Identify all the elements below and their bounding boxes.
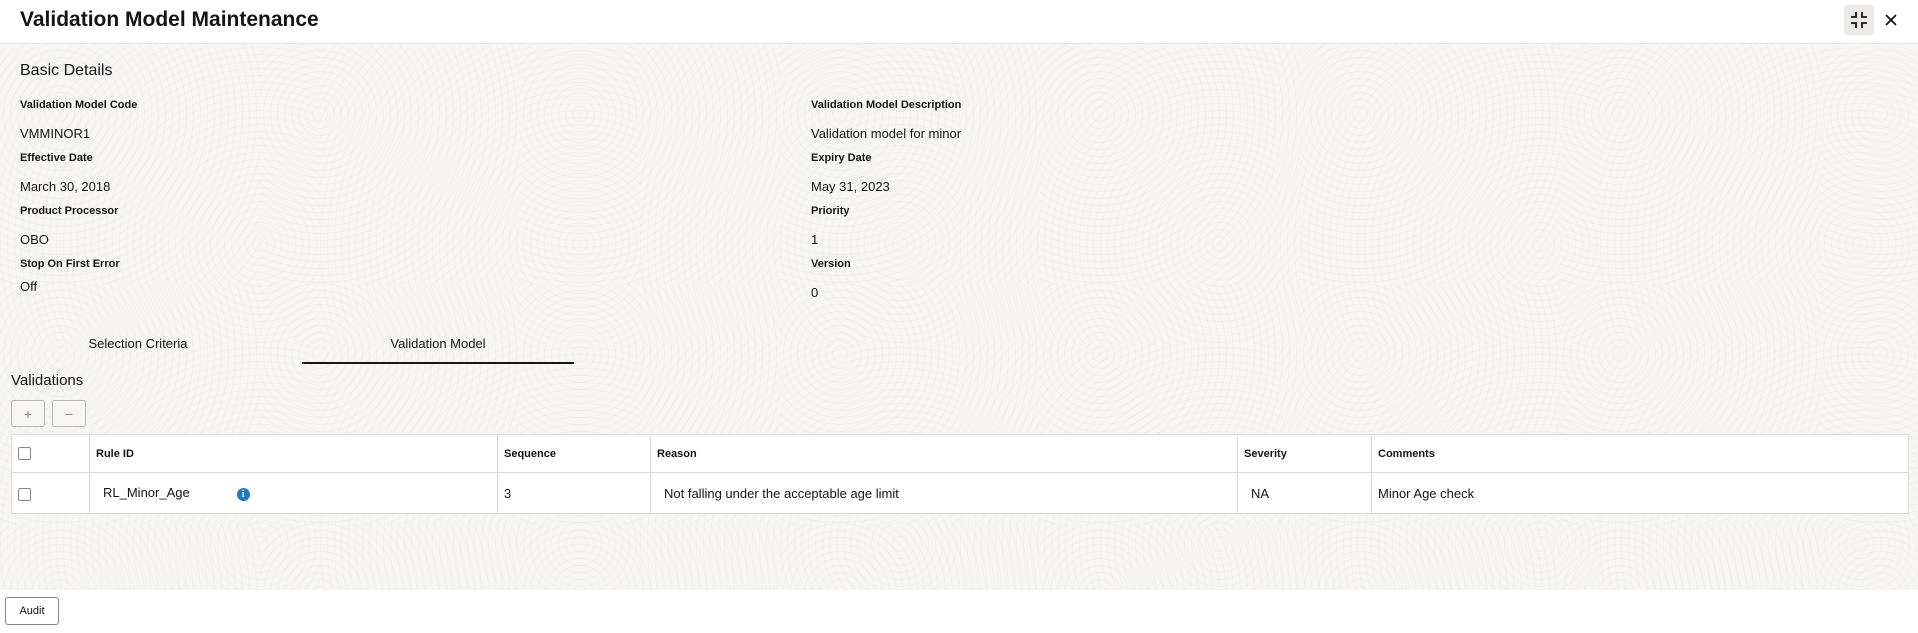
stop-on-first-error-value: Off <box>20 279 38 294</box>
validations-table: Rule ID Sequence Reason Severity Comment… <box>11 434 1909 514</box>
info-icon[interactable]: i <box>236 487 250 501</box>
column-header-sequence[interactable]: Sequence <box>497 434 651 473</box>
close-button[interactable] <box>1876 5 1906 35</box>
severity-value: NA <box>1251 485 1270 501</box>
version-value: 0 <box>811 285 819 300</box>
validations-title: Validations <box>11 372 84 389</box>
collapse-icon <box>1851 12 1867 28</box>
expiry-date-value: May 31, 2023 <box>811 179 890 194</box>
reason-value: Not falling under the acceptable age lim… <box>664 485 899 501</box>
version-label: Version <box>811 258 851 270</box>
column-header-reason[interactable]: Reason <box>650 434 1238 473</box>
minimize-button[interactable] <box>1844 5 1874 35</box>
validation-model-description-label: Validation Model Description <box>811 99 962 111</box>
validation-model-code-label: Validation Model Code <box>20 99 138 111</box>
column-header-severity[interactable]: Severity <box>1237 434 1372 473</box>
dialog-footer: Audit <box>0 590 1918 633</box>
basic-details-title: Basic Details <box>20 62 113 79</box>
product-processor-value: OBO <box>20 232 49 247</box>
severity-cell: NA <box>1237 472 1372 514</box>
effective-date-value: March 30, 2018 <box>20 179 111 194</box>
rule-id-cell: RL_Minor_Age i <box>89 472 498 514</box>
audit-button[interactable]: Audit <box>5 597 59 625</box>
validation-model-description-value: Validation model for minor <box>811 126 962 141</box>
stop-on-first-error-label: Stop On First Error <box>20 258 120 270</box>
expiry-date-label: Expiry Date <box>811 152 872 164</box>
select-all-checkbox[interactable] <box>18 447 31 460</box>
table-row[interactable]: RL_Minor_Age i 3 Not falling under the a… <box>11 472 1909 514</box>
reason-cell: Not falling under the acceptable age lim… <box>650 472 1238 514</box>
select-all-cell <box>11 434 90 473</box>
validation-model-code-value: VMMINOR1 <box>20 126 91 141</box>
add-row-button[interactable]: + <box>11 400 45 427</box>
rule-id-value: RL_Minor_Age <box>103 485 190 501</box>
priority-value: 1 <box>811 232 819 247</box>
remove-row-button[interactable]: − <box>52 400 86 427</box>
dialog-header: Validation Model Maintenance <box>0 0 1918 44</box>
comments-cell: Minor Age check <box>1371 472 1909 514</box>
effective-date-label: Effective Date <box>20 152 93 164</box>
page-title: Validation Model Maintenance <box>20 8 319 31</box>
tab-selection-criteria[interactable]: Selection Criteria <box>30 336 246 362</box>
tab-validation-model[interactable]: Validation Model <box>302 336 574 364</box>
row-select-cell <box>11 472 90 514</box>
column-header-comments[interactable]: Comments <box>1371 434 1909 473</box>
product-processor-label: Product Processor <box>20 205 119 217</box>
row-checkbox[interactable] <box>18 487 31 501</box>
close-icon <box>1885 14 1897 26</box>
column-header-rule-id[interactable]: Rule ID <box>89 434 498 473</box>
table-header-row: Rule ID Sequence Reason Severity Comment… <box>11 434 1909 473</box>
priority-label: Priority <box>811 205 850 217</box>
sequence-cell: 3 <box>497 472 651 514</box>
